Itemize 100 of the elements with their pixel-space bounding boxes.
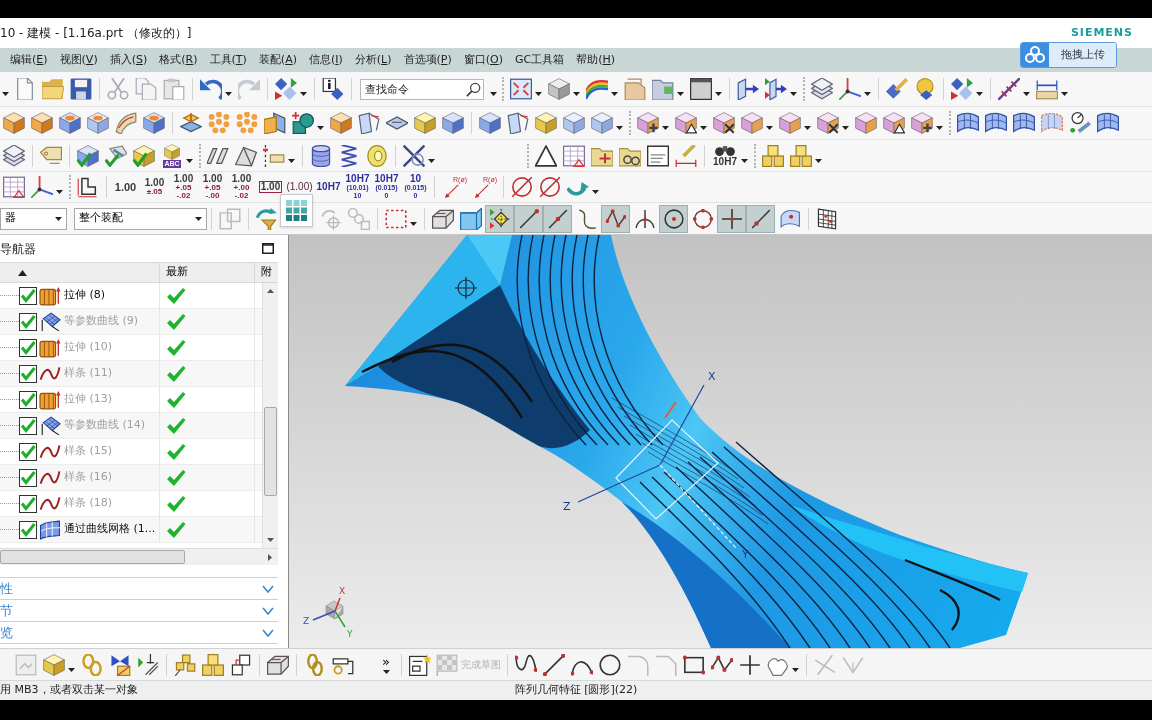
- fit-tool-button[interactable]: 10H7: [711, 144, 739, 167]
- caret-icon[interactable]: [410, 221, 417, 226]
- cube-check-icon[interactable]: [77, 144, 99, 167]
- column-header[interactable]: 最新: [166, 264, 188, 281]
- cube-icon[interactable]: [31, 112, 53, 134]
- layers-icon[interactable]: [3, 144, 25, 167]
- spring-icon[interactable]: [338, 144, 360, 167]
- snap-toggle[interactable]: [717, 204, 746, 233]
- vertical-scrollbar[interactable]: [262, 283, 278, 548]
- caret-icon[interactable]: [804, 126, 811, 130]
- tag-icon[interactable]: [40, 144, 62, 167]
- cube-plus-icon[interactable]: [637, 112, 659, 134]
- cube-icon[interactable]: [535, 112, 557, 134]
- cube-plus-icon[interactable]: [911, 112, 933, 134]
- overflow-button[interactable]: »: [379, 655, 393, 674]
- caret-icon[interactable]: [864, 92, 871, 96]
- menu-item[interactable]: 信息(I): [308, 51, 343, 69]
- table-icon[interactable]: [3, 176, 25, 198]
- cube-check-icon[interactable]: [133, 144, 155, 167]
- sort-arrow-icon[interactable]: [18, 269, 27, 276]
- section-header[interactable]: 览: [0, 622, 278, 644]
- snap-toggle[interactable]: [601, 204, 630, 233]
- coordinate-system-drawing[interactable]: [577, 384, 737, 549]
- table-icon[interactable]: [563, 144, 585, 167]
- caret-icon[interactable]: [662, 126, 669, 130]
- dimension-style-button[interactable]: 1.00 +.05 -.00: [198, 172, 227, 202]
- dimension-style-button[interactable]: 1.00 ±.05: [140, 172, 169, 202]
- menu-item[interactable]: 工具(T): [209, 51, 247, 69]
- cube-disc-icon[interactable]: [59, 112, 81, 134]
- caret-icon[interactable]: [842, 126, 849, 130]
- bowtie-block-icon[interactable]: [109, 653, 131, 676]
- cube-cross-icon[interactable]: [817, 112, 839, 134]
- caret-icon[interactable]: [2, 92, 9, 96]
- checkbox[interactable]: [19, 494, 37, 513]
- crossed-coil-icon[interactable]: [403, 144, 425, 167]
- search-field[interactable]: 查找命令: [360, 78, 484, 100]
- surface-icon[interactable]: [957, 112, 979, 134]
- caret-icon[interactable]: [535, 92, 542, 96]
- caret-icon[interactable]: [195, 216, 202, 221]
- snap-toggle[interactable]: [746, 204, 775, 233]
- swept-sheet-icon[interactable]: [115, 112, 137, 134]
- caret-icon[interactable]: [815, 158, 822, 163]
- caret-icon[interactable]: [715, 92, 722, 96]
- maximize-icon[interactable]: [262, 243, 274, 254]
- panel-arrow-icon[interactable]: [737, 78, 759, 100]
- text-panel-icon[interactable]: [647, 144, 669, 167]
- dimension-style-button[interactable]: 1.00: [111, 172, 140, 202]
- clipboard-icon[interactable]: [163, 78, 185, 100]
- caret-icon[interactable]: [616, 126, 623, 130]
- rectangle-icon[interactable]: [683, 653, 705, 676]
- surface-icon[interactable]: [1097, 112, 1119, 134]
- caret-icon[interactable]: [490, 92, 497, 96]
- menu-item[interactable]: 首选项(P): [403, 51, 452, 69]
- cube-triangle-icon[interactable]: [883, 112, 905, 134]
- checkbox[interactable]: [19, 520, 37, 539]
- chain-link-icon[interactable]: [304, 653, 326, 676]
- chevron-down-icon[interactable]: [262, 606, 274, 615]
- snap-toggle[interactable]: [543, 204, 572, 233]
- dot-array-icon[interactable]: [236, 112, 258, 134]
- filter-dropdown[interactable]: 器: [0, 207, 67, 230]
- caret-icon[interactable]: [1061, 92, 1068, 96]
- ruler-icon[interactable]: [998, 78, 1020, 100]
- window-icon[interactable]: [690, 78, 712, 100]
- section-header[interactable]: 节: [0, 600, 278, 622]
- column-header[interactable]: 附: [261, 264, 272, 281]
- snap-toggle[interactable]: [485, 204, 514, 233]
- scope-dropdown[interactable]: 整个装配: [74, 207, 207, 230]
- scroll-down-icon[interactable]: [267, 538, 274, 542]
- surface-model-drawing[interactable]: [345, 235, 1028, 648]
- list-pointer-icon[interactable]: [263, 144, 285, 167]
- caret-icon[interactable]: [288, 158, 295, 163]
- pen-check-icon[interactable]: [105, 144, 127, 167]
- caret-icon[interactable]: [677, 92, 684, 96]
- dial-pencil-icon[interactable]: [1069, 112, 1091, 134]
- caret-icon[interactable]: [55, 216, 62, 221]
- line-icon[interactable]: [543, 653, 565, 676]
- checkbox[interactable]: [19, 390, 37, 409]
- checkbox[interactable]: [19, 312, 37, 331]
- measure-icon[interactable]: [1036, 78, 1058, 100]
- caret-icon[interactable]: [611, 92, 618, 96]
- info-icon[interactable]: [322, 78, 344, 100]
- caret-icon[interactable]: [592, 190, 599, 194]
- bent-sheet-icon[interactable]: [358, 112, 380, 134]
- axes-icon[interactable]: [31, 176, 53, 198]
- chevron-down-icon[interactable]: [262, 584, 274, 593]
- checkbox[interactable]: [19, 286, 37, 305]
- section-header[interactable]: 性: [0, 578, 278, 600]
- panel-arrow-icon[interactable]: [765, 78, 787, 100]
- caret-icon[interactable]: [428, 158, 435, 163]
- menu-item[interactable]: 插入(S): [109, 51, 148, 69]
- folded-sheet-icon[interactable]: [235, 144, 257, 167]
- scrollbar-thumb[interactable]: [264, 407, 277, 496]
- cube-disc-icon[interactable]: [143, 112, 165, 134]
- roll-icon[interactable]: [366, 144, 388, 167]
- checkbox[interactable]: [19, 442, 37, 461]
- horizontal-scrollbar[interactable]: [0, 548, 278, 565]
- menu-item[interactable]: 视图(V): [59, 51, 98, 69]
- brush-measure-icon[interactable]: [675, 144, 697, 167]
- sheet-icon[interactable]: [624, 78, 646, 100]
- caret-icon[interactable]: [225, 92, 232, 96]
